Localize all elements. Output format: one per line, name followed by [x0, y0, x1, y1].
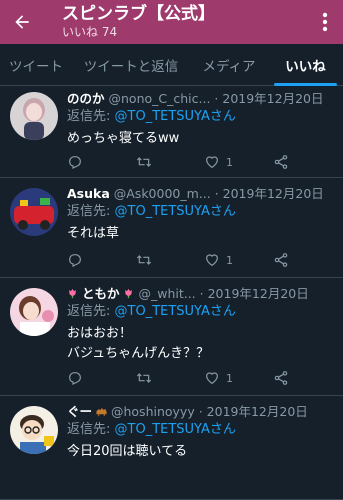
- author-name[interactable]: ともか: [82, 286, 120, 301]
- tulip-icon: [125, 288, 133, 299]
- author-name[interactable]: ぐー: [67, 404, 92, 419]
- tweet-date: · 2019年12月20日: [214, 91, 324, 106]
- author-name[interactable]: Asuka: [67, 186, 110, 201]
- author-handle[interactable]: @_whit...: [138, 286, 195, 301]
- author-handle[interactable]: @nono_C_chic...: [109, 91, 211, 106]
- tweet-date: · 2019年12月20日: [199, 286, 309, 301]
- share-icon: [274, 371, 288, 385]
- like-button[interactable]: 1: [204, 250, 233, 270]
- retweet-icon: [136, 255, 152, 265]
- reply-to-link[interactable]: @TO_TETSUYAさん: [115, 422, 236, 437]
- tab-media[interactable]: メディア: [190, 44, 268, 85]
- avatar[interactable]: [10, 406, 58, 454]
- tweet-text: おはおお！ バジュちゃんげんき？？: [67, 324, 339, 364]
- reply-icon: [69, 156, 81, 169]
- arrow-left-icon: [15, 15, 29, 29]
- tab-tweets-and-replies[interactable]: ツイートと返信: [72, 44, 190, 85]
- page-title: スピンラブ【公式】: [62, 4, 215, 24]
- retweet-icon: [136, 157, 152, 167]
- reply-icon: [69, 254, 81, 267]
- share-icon: [274, 155, 288, 169]
- retweet-button[interactable]: [135, 152, 153, 172]
- tweet-actions: 1: [67, 152, 317, 172]
- more-vertical-icon: [322, 12, 328, 32]
- reply-button[interactable]: [67, 152, 83, 172]
- avatar[interactable]: [10, 288, 58, 336]
- heart-icon: [206, 156, 218, 169]
- retweet-button[interactable]: [135, 250, 153, 270]
- reply-to-link[interactable]: @TO_TETSUYAさん: [115, 204, 236, 219]
- reply-prefix: 返信先:: [67, 109, 115, 124]
- tweet-date: · 2019年12月20日: [198, 404, 308, 419]
- retweet-icon: [136, 373, 152, 383]
- reply-icon: [69, 372, 81, 385]
- tweet-item[interactable]: ぐー @hoshinoyyy · 2019年12月20日 返信先: @TO_TE…: [0, 396, 343, 500]
- author-name[interactable]: ののか: [67, 91, 105, 106]
- tweet-text-line: おはおお！: [67, 326, 133, 341]
- reply-to-link[interactable]: @TO_TETSUYAさん: [115, 109, 236, 124]
- tweet-item[interactable]: Asuka @Ask0000_m... · 2019年12月20日 返信先: @…: [0, 178, 343, 278]
- share-icon: [274, 253, 288, 267]
- reply-prefix: 返信先:: [67, 304, 115, 319]
- tab-tweets[interactable]: ツイート: [0, 44, 72, 85]
- tweet-text: めっちゃ寝てるww: [67, 129, 339, 149]
- reply-button[interactable]: [67, 368, 83, 388]
- likes-count-subtitle: いいね 74: [62, 25, 118, 39]
- avatar[interactable]: [10, 92, 58, 140]
- tweet-item[interactable]: ののか @nono_C_chic... · 2019年12月20日 返信先: @…: [0, 86, 343, 178]
- share-button[interactable]: [273, 368, 289, 388]
- author-handle[interactable]: @hoshinoyyy: [111, 404, 195, 419]
- tweet-item[interactable]: ともか @_whit... · 2019年12月20日 返信先: @TO_TET…: [0, 278, 343, 396]
- reply-prefix: 返信先:: [67, 422, 115, 437]
- reply-prefix: 返信先:: [67, 204, 115, 219]
- like-button[interactable]: 1: [204, 368, 233, 388]
- like-count: 1: [226, 155, 233, 169]
- tweet-feed: ののか @nono_C_chic... · 2019年12月20日 返信先: @…: [0, 86, 343, 500]
- tweet-text-line: それは草: [67, 226, 120, 241]
- tweet-actions: 1: [67, 250, 317, 270]
- share-button[interactable]: [273, 152, 289, 172]
- tweet-text: 今日20回は聴いてる: [67, 442, 339, 462]
- avatar[interactable]: [10, 188, 58, 236]
- tulip-icon: [69, 288, 76, 299]
- retweet-button[interactable]: [135, 368, 153, 388]
- more-options-button[interactable]: [307, 0, 343, 44]
- like-count: 1: [226, 371, 233, 385]
- reply-to-link[interactable]: @TO_TETSUYAさん: [115, 304, 236, 319]
- tweet-date: · 2019年12月20日: [214, 186, 324, 201]
- profile-tabs: ツイート ツイートと返信 メディア いいね: [0, 44, 343, 86]
- author-handle[interactable]: @Ask0000_m...: [114, 186, 211, 201]
- like-button[interactable]: 1: [204, 152, 233, 172]
- share-button[interactable]: [273, 250, 289, 270]
- heart-icon: [206, 254, 218, 267]
- tweet-text-line: バジュちゃんげんき？？: [67, 346, 210, 361]
- tweet-actions: 1: [67, 368, 317, 388]
- profile-header: スピンラブ【公式】 いいね 74: [0, 0, 343, 44]
- back-button[interactable]: [0, 0, 44, 44]
- like-count: 1: [226, 253, 233, 267]
- heart-icon: [206, 372, 218, 385]
- reply-button[interactable]: [67, 250, 83, 270]
- camel-icon: [96, 407, 107, 417]
- tab-likes[interactable]: いいね: [268, 44, 343, 86]
- tweet-text-line: 今日20回は聴いてる: [67, 444, 188, 459]
- tweet-text-line: めっちゃ寝てるww: [67, 131, 180, 146]
- tweet-text: それは草: [67, 224, 339, 244]
